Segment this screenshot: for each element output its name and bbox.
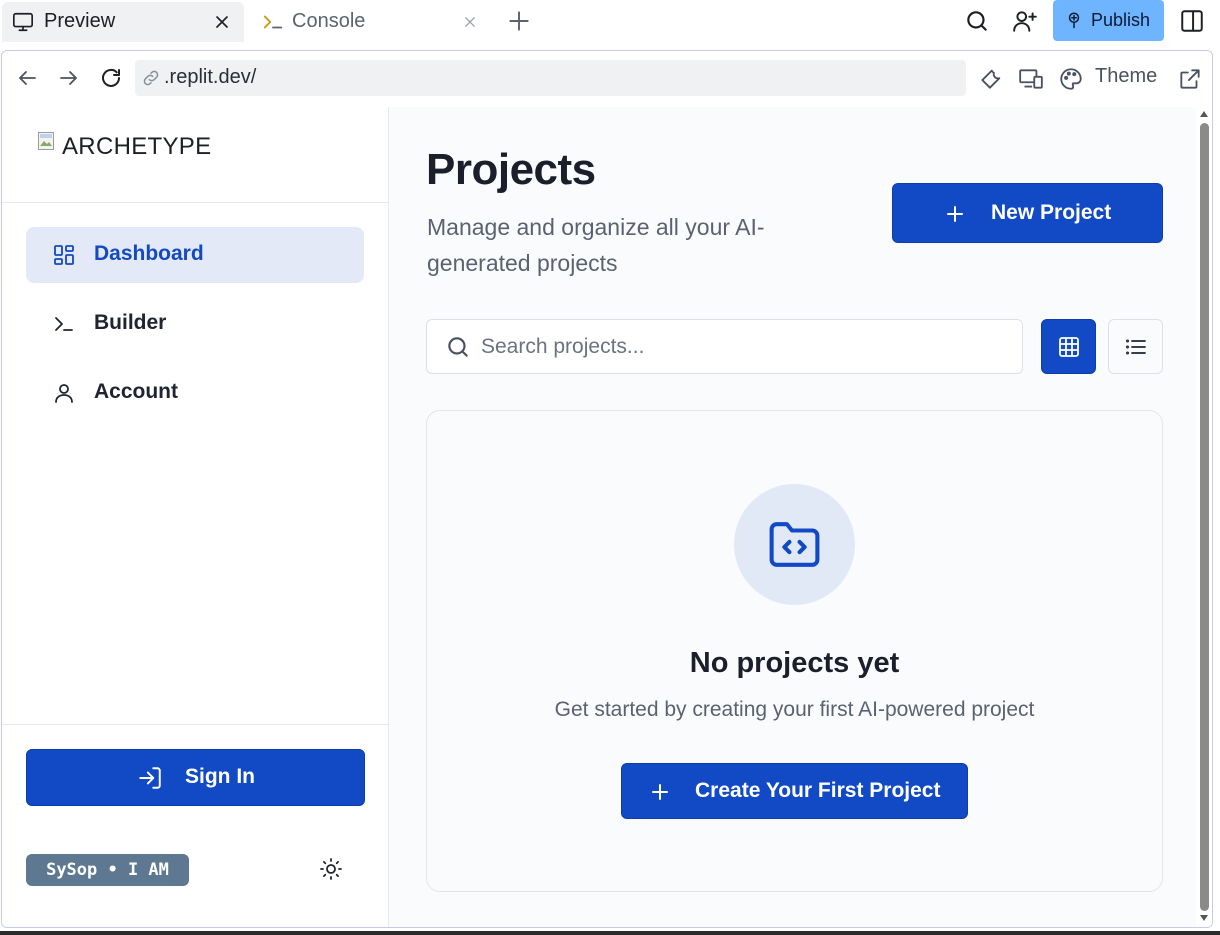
tab-preview[interactable]: Preview [2, 2, 244, 42]
logo-area[interactable]: ARCHETYPE [2, 107, 389, 203]
main-content: Projects Manage and organize all your AI… [390, 107, 1196, 927]
close-icon[interactable] [460, 12, 480, 32]
sign-in-button[interactable]: Sign In [26, 749, 365, 806]
theme-button[interactable]: Theme [1095, 65, 1157, 88]
sidebar-item-builder[interactable]: Builder [26, 296, 364, 352]
external-link-icon[interactable] [1177, 66, 1203, 92]
forward-arrow-icon[interactable] [57, 66, 81, 90]
list-icon [1126, 339, 1146, 355]
wrench-icon[interactable] [978, 66, 1004, 92]
dashboard-icon [54, 245, 74, 265]
sidebar-item-dashboard[interactable]: Dashboard [26, 227, 364, 283]
url-bar: .replit.dev/ Theme [2, 51, 1212, 107]
page-subtitle: Manage and organize all your AI-generate… [427, 214, 765, 276]
publish-label: Publish [1091, 10, 1151, 30]
terminal-icon [55, 317, 73, 331]
empty-state-badge [734, 484, 855, 605]
sidebar: ARCHETYPE Dashboard Builder Account Sign… [2, 107, 389, 927]
empty-state-title: No projects yet [689, 647, 900, 679]
search-icon [448, 337, 468, 357]
search-box[interactable] [426, 319, 1023, 374]
grid-icon [1059, 337, 1079, 357]
list-view-button[interactable] [1108, 319, 1163, 374]
publish-icon [1068, 12, 1080, 29]
reload-icon[interactable] [99, 66, 123, 90]
url-text: .replit.dev/ [164, 66, 257, 88]
preview-frame: .replit.dev/ Theme ARCHETYPE Dashboard B… [1, 50, 1213, 928]
user-icon [55, 384, 73, 403]
split-panel-icon[interactable] [1179, 8, 1205, 34]
plus-icon [652, 784, 668, 800]
sidebar-item-account[interactable]: Account [26, 365, 364, 421]
workspace-tab-bar: Preview Console Publish [0, 0, 1220, 44]
tab-console-label: Console [292, 10, 366, 32]
scrollbar[interactable] [1196, 107, 1212, 927]
sidebar-footer: Sign In SySop • I AM [2, 724, 389, 927]
logo-alt-text: ARCHETYPE [62, 133, 212, 160]
create-first-project-label: Create Your First Project [695, 779, 941, 802]
scroll-down-arrow[interactable] [1200, 915, 1208, 921]
new-project-label: New Project [991, 201, 1112, 224]
sidebar-item-label: Builder [94, 311, 167, 334]
sidebar-item-label: Account [94, 380, 178, 403]
status-badge: SySop • I AM [26, 854, 189, 886]
url-field[interactable]: .replit.dev/ [135, 60, 966, 96]
tab-preview-label: Preview [44, 10, 116, 32]
window-bottom-edge [0, 931, 1220, 935]
link-icon [143, 70, 159, 86]
page-title: Projects [426, 145, 596, 194]
publish-button[interactable]: Publish [1053, 0, 1164, 41]
empty-state-card: No projects yet Get started by creating … [426, 410, 1163, 892]
tab-console[interactable]: Console [252, 2, 488, 42]
back-arrow-icon[interactable] [15, 66, 39, 90]
plus-icon [947, 206, 963, 222]
login-icon [139, 767, 161, 789]
sign-in-label: Sign In [185, 765, 255, 788]
create-first-project-button[interactable]: Create Your First Project [621, 763, 968, 819]
new-project-button[interactable]: New Project [892, 183, 1163, 243]
scrollbar-thumb[interactable] [1200, 123, 1209, 911]
scroll-up-arrow[interactable] [1200, 111, 1208, 117]
search-icon[interactable] [964, 8, 990, 34]
palette-icon[interactable] [1058, 66, 1084, 92]
invite-user-icon[interactable] [1012, 8, 1038, 34]
app-viewport: ARCHETYPE Dashboard Builder Account Sign… [2, 107, 1212, 927]
broken-image-icon [38, 132, 54, 150]
search-input[interactable] [481, 332, 1001, 362]
new-tab-plus-icon[interactable] [506, 8, 532, 34]
devices-icon[interactable] [1018, 66, 1044, 92]
sun-icon[interactable] [319, 857, 343, 881]
empty-state-subtitle: Get started by creating your first AI-po… [554, 698, 1035, 721]
sidebar-item-label: Dashboard [94, 242, 204, 265]
monitor-icon [13, 12, 33, 32]
close-icon[interactable] [212, 12, 232, 32]
grid-view-button[interactable] [1041, 319, 1096, 374]
folder-code-icon [769, 522, 820, 567]
terminal-icon [263, 15, 283, 29]
